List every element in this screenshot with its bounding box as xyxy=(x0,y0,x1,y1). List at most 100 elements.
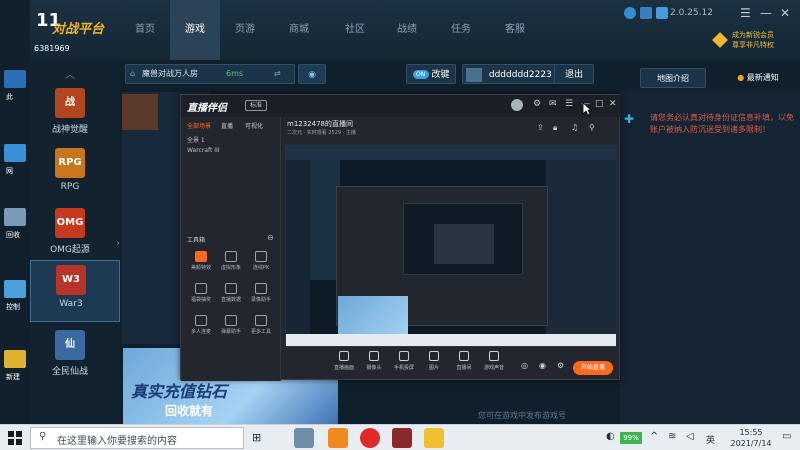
chevron-right-icon[interactable]: › xyxy=(116,238,120,249)
key-config-button[interactable]: ON 改键 xyxy=(406,64,456,84)
gamepad-icon: ✚ xyxy=(624,112,635,126)
tool-more[interactable]: 更多工具 xyxy=(247,315,275,341)
key-config-label: 改键 xyxy=(431,70,450,80)
shield-icon[interactable] xyxy=(640,7,652,19)
game-item-zhanshen[interactable]: 战 战神觉醒 xyxy=(30,84,120,146)
desktop-label: 新建 xyxy=(6,373,20,381)
logout-button[interactable]: 退出 xyxy=(554,64,594,84)
tool-record[interactable]: 录像助手 xyxy=(247,283,275,309)
platform-logo[interactable]: 11 对战平台 6381969 xyxy=(30,0,130,60)
share-icon[interactable]: ⇪ xyxy=(537,123,544,132)
add-screen-button[interactable]: 直播画面 xyxy=(331,351,357,377)
game-item-rpg[interactable]: RPG RPG xyxy=(30,144,120,206)
tool-label: 录像助手 xyxy=(250,297,271,303)
chevron-up-icon[interactable]: ︿ xyxy=(65,66,75,81)
clock-date: 2021/7/14 xyxy=(730,439,772,448)
collapse-icon[interactable]: ⊖ xyxy=(267,233,274,242)
vip-promo[interactable]: 成为新锐会员 尊享非凡特权 xyxy=(710,28,800,54)
tool-data[interactable]: 直播数据 xyxy=(217,283,245,309)
game-item-war3[interactable]: W3 War3 xyxy=(30,260,120,322)
live-control-bar: 直播画面 摄像头 手机投屏 图片 直播间 游戏声音 ◎ ◉ ⚙ 开始直播 xyxy=(281,349,621,381)
mail-icon[interactable]: ✉ xyxy=(549,99,557,109)
mic-icon[interactable]: ◎ xyxy=(521,361,528,370)
network-icon[interactable] xyxy=(4,144,26,162)
close-icon[interactable]: ✕ xyxy=(609,99,617,109)
stream-preview[interactable] xyxy=(285,145,617,347)
lock-icon[interactable]: 🔒︎ xyxy=(553,123,557,133)
nav-tab-web-games[interactable]: 页游 xyxy=(220,0,270,60)
task-view-icon[interactable]: ⊞ xyxy=(252,431,261,444)
recycle-bin-icon[interactable] xyxy=(4,208,26,226)
avatar[interactable] xyxy=(511,99,523,111)
taskbar-clock[interactable]: 15:55 2021/7/14 xyxy=(722,427,780,449)
control-panel-icon[interactable] xyxy=(4,280,26,298)
nav-tab-community[interactable]: 社区 xyxy=(330,0,380,60)
settings-icon[interactable]: ⚙ xyxy=(533,99,541,109)
chevron-up-icon[interactable]: ^ xyxy=(650,431,658,442)
map-intro-button[interactable]: 地图介绍 xyxy=(640,68,706,88)
avatar-icon xyxy=(225,251,237,262)
latest-notice-button[interactable]: ● 最新通知 xyxy=(720,68,796,88)
eye-icon[interactable]: ◉ xyxy=(539,361,546,370)
taskbar-app-explorer[interactable] xyxy=(294,428,314,448)
gear-icon[interactable]: ⚙ xyxy=(557,361,564,370)
minimize-icon[interactable]: — xyxy=(760,6,772,20)
taskbar-app-platform[interactable] xyxy=(328,428,348,448)
preview-platform-bar xyxy=(286,146,616,160)
wifi-icon[interactable]: ≋ xyxy=(668,431,676,442)
link-icon[interactable]: ⚲ xyxy=(589,123,595,132)
taskbar-app-folder[interactable] xyxy=(424,428,444,448)
tab-visual[interactable]: 可视化 xyxy=(245,121,263,130)
taskbar-app-war3[interactable] xyxy=(392,428,412,448)
scene-item[interactable]: 全景 1 xyxy=(187,135,205,144)
scene-item[interactable]: Warcraft III xyxy=(187,147,220,154)
bell-icon[interactable]: ♫ xyxy=(571,123,578,132)
taskbar-search-box[interactable]: ⚲ 在这里输入你要搜索的内容 xyxy=(30,427,244,449)
image-button[interactable]: 图片 xyxy=(421,351,447,377)
tool-label: 连线PK xyxy=(252,265,270,271)
nav-tab-store[interactable]: 商城 xyxy=(274,0,324,60)
nav-tab-home[interactable]: 首页 xyxy=(120,0,170,60)
nav-tab-service[interactable]: 客服 xyxy=(490,0,540,60)
folder-icon[interactable] xyxy=(4,350,26,368)
game-item-quanmin[interactable]: 仙 全民仙战 xyxy=(30,326,120,388)
room-selector[interactable]: ⌂ 魔兽对战万人房 6ms ⇄ xyxy=(125,64,295,84)
tool-danmaku[interactable]: 弹幕助手 xyxy=(217,315,245,341)
game-item-omg[interactable]: OMG OMG起源 xyxy=(30,204,120,266)
live-room-button[interactable]: 直播间 xyxy=(451,351,477,377)
menu-icon[interactable]: ☰ xyxy=(740,6,751,20)
game-audio-button[interactable]: 游戏声音 xyxy=(481,351,507,377)
nav-tab-games[interactable]: 游戏 xyxy=(170,0,220,60)
volume-icon[interactable]: ◁ xyxy=(686,431,694,442)
tab-live[interactable]: 直播 xyxy=(221,121,233,130)
close-icon[interactable]: ✕ xyxy=(780,6,790,20)
maximize-icon[interactable]: □ xyxy=(595,99,604,109)
camera-button[interactable]: 摄像头 xyxy=(361,351,387,377)
battery-indicator[interactable]: 99% xyxy=(620,432,642,444)
tool-lottery[interactable]: 福袋抽奖 xyxy=(187,283,215,309)
tab-all-scenes[interactable]: 全部场景 xyxy=(187,121,211,130)
tool-co-mic[interactable]: 多人连麦 xyxy=(187,315,215,341)
network-icon[interactable]: ◐ xyxy=(606,431,615,442)
live-badge[interactable]: 标准 xyxy=(245,100,267,111)
danmaku-icon xyxy=(225,315,237,326)
taskbar-app-music[interactable] xyxy=(360,428,380,448)
windows-start-icon[interactable] xyxy=(8,431,22,445)
tool-avatar[interactable]: 虚拟形象 xyxy=(217,251,245,277)
menu-icon[interactable]: ☰ xyxy=(565,99,573,109)
live-companion-window: 直播伴侣 标准 ⚙ ✉ ☰ — □ ✕ 全部场景 直播 可视化 全景 1 War… xyxy=(180,94,621,381)
room-meta: 二次元 · 实时观看 2529 · 主播 xyxy=(287,130,356,136)
computer-icon[interactable] xyxy=(4,70,26,88)
globe-button[interactable]: ◉ xyxy=(298,64,326,84)
skin-icon[interactable] xyxy=(656,7,668,19)
message-icon[interactable] xyxy=(624,7,636,19)
phone-cast-button[interactable]: 手机投屏 xyxy=(391,351,417,377)
start-live-button[interactable]: 开始直播 xyxy=(573,361,613,375)
nav-tab-records[interactable]: 战绩 xyxy=(382,0,432,60)
notification-icon[interactable]: ▭ xyxy=(782,431,791,442)
input-language[interactable]: 英 xyxy=(706,433,715,446)
nav-tab-tasks[interactable]: 任务 xyxy=(436,0,486,60)
tool-pk[interactable]: 连线PK xyxy=(247,251,275,277)
tool-beauty[interactable]: 美颜特效 xyxy=(187,251,215,277)
toggle-switch[interactable]: ON xyxy=(412,70,429,79)
